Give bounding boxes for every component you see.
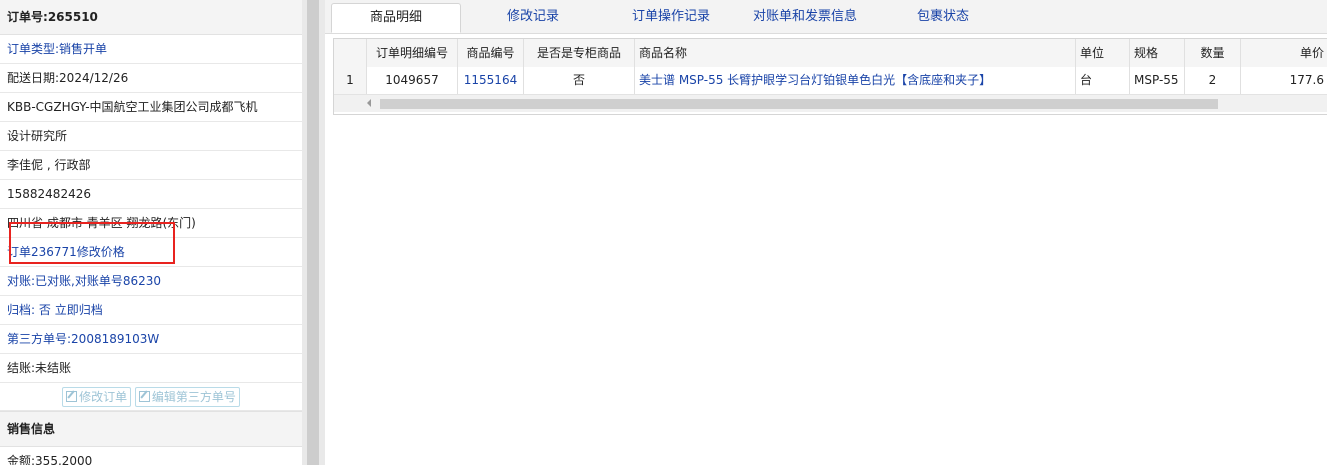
archive-value: 否 (38, 303, 51, 317)
contact-person: 李佳伲 , 行政部 (0, 151, 302, 180)
order-type-row: 订单类型:销售开单 (0, 35, 302, 64)
order-number-label: 订单号: (7, 10, 48, 24)
header-detail-id[interactable]: 订单明细编号 (367, 39, 458, 67)
header-spec[interactable]: 规格 (1130, 39, 1185, 67)
archive-row: 归档: 否 立即归档 (0, 296, 302, 325)
scrollbar-thumb[interactable] (380, 99, 1218, 109)
third-party-row: 第三方单号:2008189103W (0, 325, 302, 354)
reconcile-row: 对账:已对账,对账单号86230 (0, 267, 302, 296)
product-grid: 订单明细编号 商品编号 是否是专柜商品 商品名称 单位 规格 数量 单价 1 1… (333, 38, 1327, 115)
cell-unit: 台 (1076, 67, 1130, 94)
cell-detail-id: 1049657 (367, 67, 458, 94)
company-name-line2: 设计研究所 (0, 122, 302, 151)
horizontal-scrollbar[interactable] (334, 95, 1327, 112)
archive-now-link[interactable]: 立即归档 (55, 303, 103, 317)
settlement-status: 结账:未结账 (0, 354, 302, 383)
highlight-annotation-box (9, 222, 175, 264)
tab-bar: 商品明细 修改记录 订单操作记录 对账单和发票信息 包裹状态 (325, 0, 1327, 34)
order-number-value: 265510 (47, 10, 98, 24)
company-name-line1: KBB-CGZHGY-中国航空工业集团公司成都飞机 (0, 93, 302, 122)
sales-amount: 金额:355.2000 (0, 447, 302, 465)
cell-product-name[interactable]: 美士谱 MSP-55 长臂护眼学习台灯铂银单色白光【含底座和夹子】 (635, 67, 1076, 94)
reconcile-label: 对账: (7, 274, 36, 288)
cell-is-counter: 否 (524, 67, 635, 94)
cell-spec: MSP-55 (1130, 67, 1185, 94)
splitter-handle[interactable] (307, 0, 319, 465)
cell-price: 177.6 (1241, 67, 1327, 94)
header-price[interactable]: 单价 (1241, 39, 1327, 67)
tab-package-status[interactable]: 包裹状态 (893, 3, 993, 33)
order-info-panel: 订单号:265510 订单类型:销售开单 配送日期:2024/12/26 KBB… (0, 0, 302, 465)
reconcile-value: 已对账,对账单号86230 (35, 274, 162, 288)
action-buttons: 修改订单 编辑第三方单号 (0, 383, 302, 411)
tab-reconcile-invoice[interactable]: 对账单和发票信息 (737, 3, 873, 33)
third-party-label: 第三方单号: (7, 332, 72, 346)
cell-product-id[interactable]: 1155164 (458, 67, 524, 94)
scroll-left-icon[interactable] (367, 99, 371, 107)
edit-order-button[interactable]: 修改订单 (62, 387, 132, 407)
row-number: 1 (334, 67, 367, 94)
panel-splitter[interactable] (302, 0, 325, 465)
tab-modification-records[interactable]: 修改记录 (473, 3, 593, 33)
table-row[interactable]: 1 1049657 1155164 否 美士谱 MSP-55 长臂护眼学习台灯铂… (334, 67, 1327, 95)
sales-info-section-title: 销售信息 (0, 411, 302, 447)
edit-icon (66, 391, 78, 402)
phone-number: 15882482426 (0, 180, 302, 209)
order-type-label: 订单类型: (7, 42, 60, 56)
header-product-name[interactable]: 商品名称 (635, 39, 1076, 67)
header-unit[interactable]: 单位 (1076, 39, 1130, 67)
header-qty[interactable]: 数量 (1185, 39, 1241, 67)
order-type-value: 销售开单 (59, 42, 108, 56)
archive-label: 归档: (7, 303, 36, 317)
edit-third-party-button[interactable]: 编辑第三方单号 (134, 387, 240, 407)
edit-icon (138, 391, 150, 402)
header-is-counter[interactable]: 是否是专柜商品 (524, 39, 635, 67)
delivery-date: 配送日期:2024/12/26 (0, 64, 302, 93)
cell-qty: 2 (1185, 67, 1241, 94)
detail-panel: 商品明细 修改记录 订单操作记录 对账单和发票信息 包裹状态 订单明细编号 商品… (325, 0, 1327, 465)
order-number-header: 订单号:265510 (0, 0, 302, 35)
tab-product-details[interactable]: 商品明细 (331, 3, 461, 33)
edit-order-label: 修改订单 (79, 390, 128, 404)
header-rownum (334, 39, 367, 67)
third-party-value: 2008189103W (71, 332, 160, 346)
edit-third-party-label: 编辑第三方单号 (151, 390, 236, 404)
tab-order-operation-records[interactable]: 订单操作记录 (611, 3, 731, 33)
header-product-id[interactable]: 商品编号 (458, 39, 524, 67)
grid-header-row: 订单明细编号 商品编号 是否是专柜商品 商品名称 单位 规格 数量 单价 (334, 39, 1327, 68)
